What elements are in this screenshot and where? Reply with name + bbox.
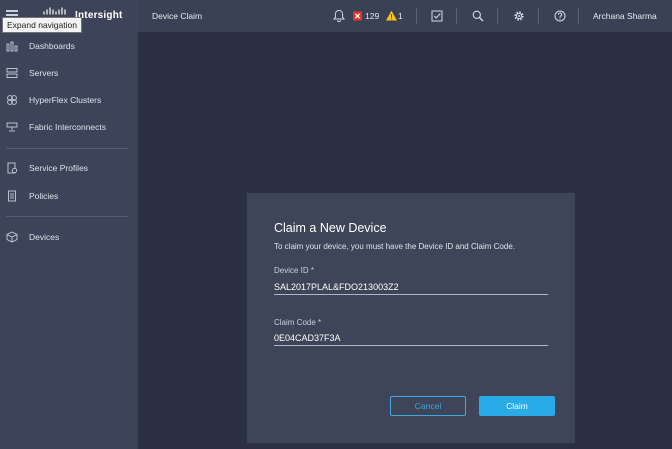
sidebar-item-hyperflex-clusters[interactable]: HyperFlex Clusters bbox=[0, 90, 138, 110]
sidebar-item-service-profiles[interactable]: Service Profiles bbox=[0, 158, 138, 178]
sidebar-item-dashboards[interactable]: Dashboards bbox=[0, 36, 138, 56]
sidebar: Dashboards Servers HyperFlex Clusters Fa… bbox=[0, 32, 138, 449]
user-menu[interactable]: Archana Sharma bbox=[593, 11, 657, 21]
top-bar: Intersight Device Claim 129 1 Archana Sh… bbox=[0, 0, 672, 32]
sidebar-item-fabric-interconnects[interactable]: Fabric Interconnects bbox=[0, 117, 138, 137]
cancel-button[interactable]: Cancel bbox=[390, 396, 466, 416]
header-divider bbox=[538, 8, 539, 24]
sidebar-divider bbox=[6, 216, 128, 217]
policies-icon bbox=[6, 190, 18, 202]
claim-button[interactable]: Claim bbox=[479, 396, 555, 416]
tasks-icon[interactable] bbox=[430, 9, 444, 23]
claim-code-label: Claim Code * bbox=[274, 318, 322, 327]
dashboards-icon bbox=[6, 40, 18, 52]
sidebar-item-label: HyperFlex Clusters bbox=[29, 95, 102, 105]
sidebar-item-devices[interactable]: Devices bbox=[0, 227, 138, 247]
critical-alarm-count[interactable]: 129 bbox=[365, 11, 379, 21]
service-profiles-icon bbox=[6, 162, 18, 174]
sidebar-item-label: Service Profiles bbox=[29, 163, 89, 173]
header-divider bbox=[416, 8, 417, 24]
header-divider bbox=[578, 8, 579, 24]
sidebar-item-label: Fabric Interconnects bbox=[29, 122, 107, 132]
device-id-field[interactable] bbox=[274, 279, 548, 295]
sidebar-item-label: Devices bbox=[29, 232, 60, 242]
header-divider bbox=[497, 8, 498, 24]
header-divider bbox=[456, 8, 457, 24]
brand-name: Intersight bbox=[75, 10, 123, 21]
warning-alarm-icon[interactable] bbox=[385, 9, 399, 23]
claim-code-field[interactable] bbox=[274, 330, 548, 346]
hyperflex-icon bbox=[6, 94, 18, 106]
sidebar-item-servers[interactable]: Servers bbox=[0, 63, 138, 83]
expand-navigation-tooltip: Expand navigation bbox=[2, 17, 82, 33]
devices-icon bbox=[6, 231, 18, 243]
critical-alarm-icon[interactable] bbox=[351, 9, 365, 23]
search-icon[interactable] bbox=[471, 9, 485, 23]
servers-icon bbox=[6, 67, 18, 79]
sidebar-item-label: Dashboards bbox=[29, 41, 75, 51]
device-id-label: Device ID * bbox=[274, 266, 315, 275]
help-icon[interactable] bbox=[553, 9, 567, 23]
bell-icon[interactable] bbox=[332, 9, 346, 23]
claim-device-dialog: Claim a New Device To claim your device,… bbox=[247, 193, 575, 443]
page-title: Device Claim bbox=[152, 11, 203, 21]
dialog-title: Claim a New Device bbox=[274, 221, 387, 235]
sidebar-divider bbox=[6, 148, 128, 149]
fabric-icon bbox=[6, 121, 18, 133]
dialog-description: To claim your device, you must have the … bbox=[274, 242, 515, 251]
warning-alarm-count[interactable]: 1 bbox=[398, 11, 403, 21]
sidebar-item-label: Policies bbox=[29, 191, 59, 201]
sidebar-item-policies[interactable]: Policies bbox=[0, 186, 138, 206]
sidebar-item-label: Servers bbox=[29, 68, 59, 78]
gear-icon[interactable] bbox=[512, 9, 526, 23]
